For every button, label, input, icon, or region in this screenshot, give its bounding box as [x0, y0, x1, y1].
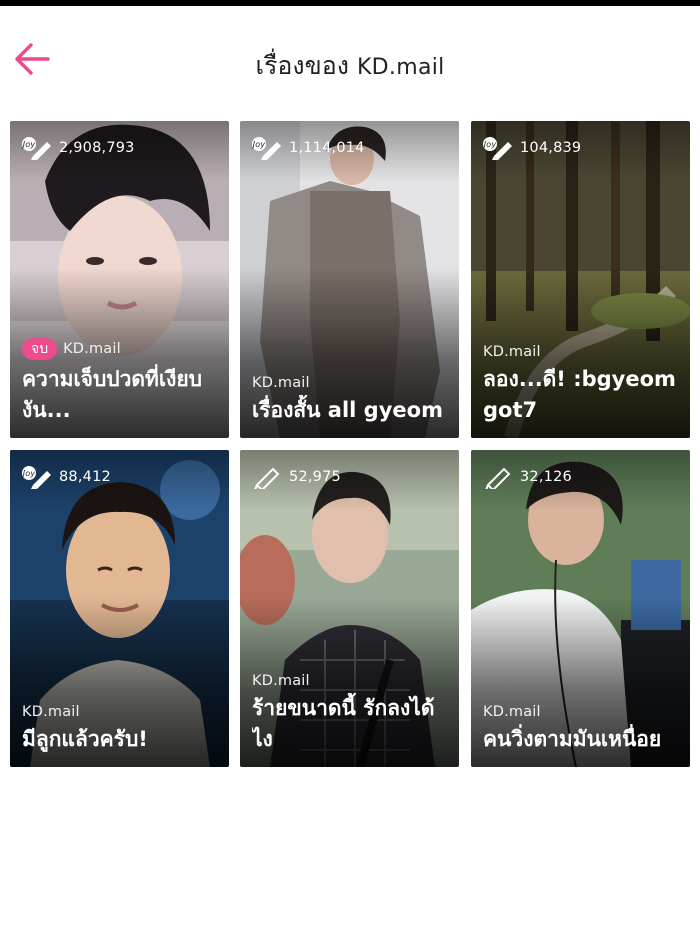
story-title: เรื่องสั้น all gyeom [252, 398, 443, 422]
story-card[interactable]: Joy 2,908,793 จบ KD.mail ความเจ็บปวดที่เ… [10, 121, 229, 438]
story-author: KD.mail [63, 341, 121, 357]
view-count-text: 104,839 [520, 140, 582, 156]
story-title: ลอง...ดี! :bgyeom got7 [483, 367, 676, 422]
pen-icon [485, 467, 511, 489]
jobtrades-pen-icon: Joy [21, 466, 51, 489]
author-row: KD.mail [483, 344, 680, 360]
view-count-text: 32,126 [520, 469, 572, 485]
story-card[interactable]: Joy 1,114,014 KD.mail เรื่องสั้น all gye… [240, 121, 459, 438]
svg-text:Joy: Joy [482, 140, 496, 149]
story-meta: KD.mail เรื่องสั้น all gyeom [252, 375, 449, 426]
view-count-text: 88,412 [59, 469, 111, 485]
completed-badge: จบ [22, 338, 58, 360]
view-count: Joy 1,114,014 [251, 136, 365, 160]
author-row: KD.mail [252, 673, 449, 689]
view-count: 32,126 [482, 465, 572, 489]
story-card[interactable]: Joy 88,412 KD.mail มีลูกแล้วครับ! [10, 450, 229, 767]
story-title: คนวิ่งตามมันเหนื่อย [483, 727, 662, 751]
jobtrades-pen-icon: Joy [21, 137, 51, 160]
story-meta: KD.mail ลอง...ดี! :bgyeom got7 [483, 344, 680, 426]
author-row: KD.mail [22, 704, 219, 720]
story-author: KD.mail [252, 673, 310, 689]
svg-text:Joy: Joy [21, 140, 35, 149]
story-meta: จบ KD.mail ความเจ็บปวดที่เงียบงัน... [22, 338, 219, 426]
svg-text:Joy: Joy [251, 140, 265, 149]
story-card[interactable]: 52,975 KD.mail ร้ายขนาดนี้ รักลงได้ไง [240, 450, 459, 767]
story-title: ความเจ็บปวดที่เงียบงัน... [22, 367, 202, 422]
page-title-text: เรื่องของ [255, 51, 349, 80]
svg-text:Joy: Joy [21, 469, 35, 478]
story-author: KD.mail [483, 704, 541, 720]
story-meta: KD.mail มีลูกแล้วครับ! [22, 704, 219, 755]
author-row: จบ KD.mail [22, 338, 219, 360]
story-author: KD.mail [483, 344, 541, 360]
story-title: มีลูกแล้วครับ! [22, 727, 148, 751]
author-row: KD.mail [483, 704, 680, 720]
jobtrades-pen-icon: Joy [251, 137, 281, 160]
view-count-text: 1,114,014 [289, 140, 365, 156]
page-title: เรื่องของ KD.mail [0, 46, 700, 86]
view-count: Joy 104,839 [482, 136, 581, 160]
view-count-text: 52,975 [289, 469, 341, 485]
story-meta: KD.mail ร้ายขนาดนี้ รักลงได้ไง [252, 673, 449, 755]
app-header: เรื่องของ KD.mail [0, 6, 700, 112]
story-card[interactable]: 32,126 KD.mail คนวิ่งตามมันเหนื่อย [471, 450, 690, 767]
view-count: Joy 2,908,793 [21, 136, 135, 160]
story-card[interactable]: Joy 104,839 KD.mail ลอง...ดี! :bgyeom go… [471, 121, 690, 438]
author-row: KD.mail [252, 375, 449, 391]
view-count: Joy 88,412 [21, 465, 111, 489]
story-author: KD.mail [22, 704, 80, 720]
story-meta: KD.mail คนวิ่งตามมันเหนื่อย [483, 704, 680, 755]
page-title-author: KD.mail [356, 55, 445, 80]
story-author: KD.mail [252, 375, 310, 391]
jobtrades-pen-icon: Joy [482, 137, 512, 160]
view-count-text: 2,908,793 [59, 140, 135, 156]
story-title: ร้ายขนาดนี้ รักลงได้ไง [252, 696, 435, 751]
pen-icon [254, 467, 280, 489]
view-count: 52,975 [251, 465, 341, 489]
